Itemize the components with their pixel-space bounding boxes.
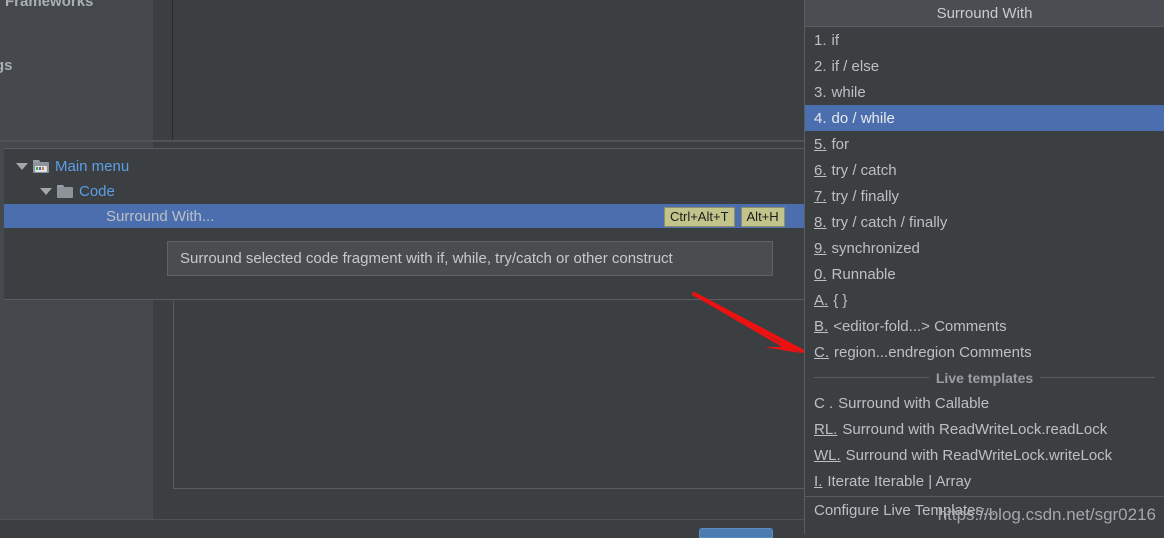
item-mnemonic: B. — [814, 317, 829, 335]
item-label: synchronized — [831, 239, 920, 257]
item-label: Surround with ReadWriteLock.readLock — [842, 420, 1108, 438]
separator-rule-left — [814, 377, 929, 378]
left-panel-label-frameworks: Frameworks — [5, 0, 94, 10]
popup-title: Surround With — [805, 0, 1164, 27]
popup-item-writelock[interactable]: WL. Surround with ReadWriteLock.writeLoc… — [805, 442, 1164, 468]
panel-divider-vertical[interactable] — [172, 0, 173, 142]
item-label: while — [831, 83, 866, 101]
item-mnemonic: C . — [814, 394, 834, 412]
folder-icon — [57, 184, 73, 198]
item-label: Surround with Callable — [838, 394, 990, 412]
item-mnemonic: 9. — [814, 239, 827, 257]
tree-item-label: Code — [79, 182, 115, 200]
popup-item-if-else[interactable]: 2. if / else — [805, 53, 1164, 79]
item-mnemonic: 1. — [814, 31, 827, 49]
chevron-down-icon[interactable] — [40, 187, 52, 195]
shortcut-badges: Ctrl+Alt+T Alt+H — [664, 207, 785, 227]
group-separator-live-templates: Live templates — [805, 365, 1164, 390]
popup-item-while[interactable]: 3. while — [805, 79, 1164, 105]
item-label: for — [831, 135, 850, 153]
item-mnemonic: 4. — [814, 109, 827, 127]
item-label: Surround with ReadWriteLock.writeLock — [845, 446, 1113, 464]
menu-folder-icon — [33, 159, 49, 173]
tree-item-label: Main menu — [55, 157, 130, 175]
popup-item-for[interactable]: 5. for — [805, 131, 1164, 157]
item-mnemonic: I. — [814, 472, 823, 490]
popup-item-synchronized[interactable]: 9. synchronized — [805, 235, 1164, 261]
popup-item-try-catch[interactable]: 6. try / catch — [805, 157, 1164, 183]
settings-left-panel-lower — [0, 301, 153, 519]
popup-item-editor-fold[interactable]: B. <editor-fold...> Comments — [805, 313, 1164, 339]
item-label: Iterate Iterable | Array — [827, 472, 972, 490]
tooltip-text: Surround selected code fragment with if,… — [180, 250, 673, 267]
popup-item-runnable[interactable]: 0. Runnable — [805, 261, 1164, 287]
item-mnemonic: RL. — [814, 420, 838, 438]
popup-item-iterate[interactable]: I. Iterate Iterable | Array — [805, 468, 1164, 494]
item-label: <editor-fold...> Comments — [833, 317, 1007, 335]
item-mnemonic: 6. — [814, 161, 827, 179]
item-mnemonic: 3. — [814, 83, 827, 101]
item-label: try / catch / finally — [831, 213, 948, 231]
item-mnemonic: 2. — [814, 57, 827, 75]
item-label: if — [831, 31, 840, 49]
item-mnemonic: WL. — [814, 446, 841, 464]
ok-button[interactable] — [699, 528, 773, 538]
item-label: Configure Live Templates... — [814, 501, 996, 519]
item-mnemonic: 0. — [814, 265, 827, 283]
item-label: if / else — [831, 57, 880, 75]
tree-item-label: Surround With... — [106, 207, 215, 225]
item-label: do / while — [831, 109, 895, 127]
tooltip-description: Surround selected code fragment with if,… — [167, 241, 773, 276]
item-label: Runnable — [831, 265, 896, 283]
item-mnemonic: 8. — [814, 213, 827, 231]
surround-with-popup[interactable]: Surround With 1. if 2. if / else 3. whil… — [804, 0, 1164, 534]
chevron-down-icon[interactable] — [16, 162, 28, 170]
shortcut-badge[interactable]: Alt+H — [740, 207, 785, 227]
popup-item-surround-callable[interactable]: C . Surround with Callable — [805, 390, 1164, 416]
item-label: try / finally — [831, 187, 900, 205]
popup-item-do-while[interactable]: 4. do / while — [805, 105, 1164, 131]
popup-item-configure-live-templates[interactable]: Configure Live Templates... — [805, 496, 1164, 523]
popup-item-braces[interactable]: A. { } — [805, 287, 1164, 313]
item-label: { } — [833, 291, 848, 309]
shortcut-badge[interactable]: Ctrl+Alt+T — [664, 207, 735, 227]
ide-background: Frameworks gs Main menu Code — [0, 0, 1164, 538]
left-panel-label-settings: gs — [0, 57, 13, 74]
item-label: try / catch — [831, 161, 897, 179]
popup-item-readlock[interactable]: RL. Surround with ReadWriteLock.readLock — [805, 416, 1164, 442]
popup-item-try-finally[interactable]: 7. try / finally — [805, 183, 1164, 209]
item-mnemonic: 5. — [814, 135, 827, 153]
item-mnemonic: C. — [814, 343, 829, 361]
popup-item-if[interactable]: 1. if — [805, 27, 1164, 53]
separator-rule-right — [1040, 377, 1156, 378]
item-mnemonic: 7. — [814, 187, 827, 205]
popup-item-region[interactable]: C. region...endregion Comments — [805, 339, 1164, 365]
popup-item-list[interactable]: 1. if 2. if / else 3. while 4. do / whil… — [805, 27, 1164, 523]
group-separator-label: Live templates — [935, 369, 1034, 386]
item-mnemonic: A. — [814, 291, 829, 309]
popup-item-try-catch-finally[interactable]: 8. try / catch / finally — [805, 209, 1164, 235]
item-label: region...endregion Comments — [834, 343, 1032, 361]
